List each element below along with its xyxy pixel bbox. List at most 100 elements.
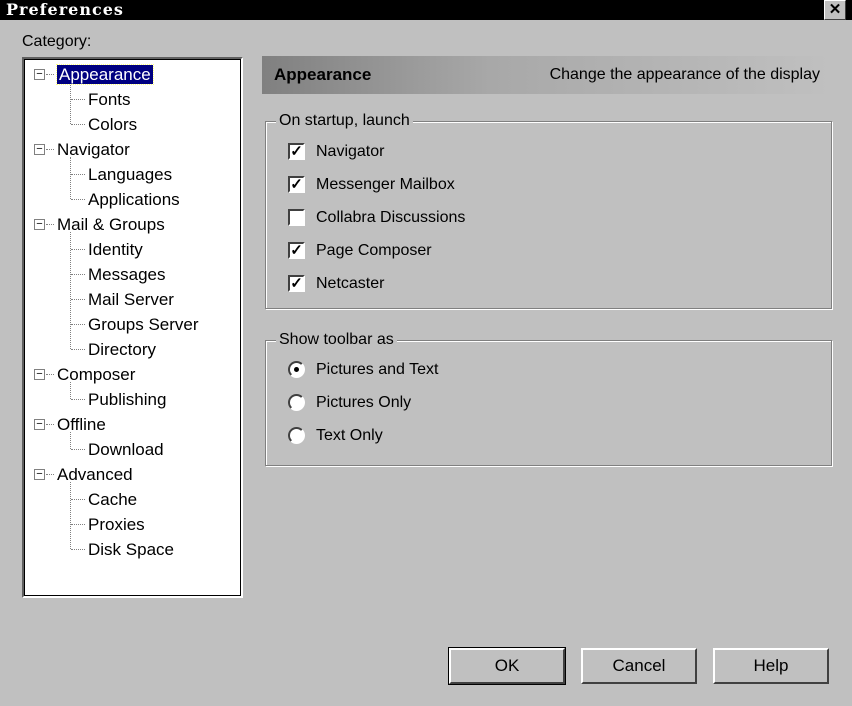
tree-item-label: Download (88, 440, 164, 459)
tree-item-label: Fonts (88, 90, 131, 109)
checkbox-checked-icon[interactable]: ✓ (288, 242, 305, 259)
tree-connector (71, 449, 85, 450)
checkbox-checked-icon[interactable]: ✓ (288, 275, 305, 292)
option-label: Page Composer (316, 242, 432, 259)
tree-item-label: Mail Server (88, 290, 174, 309)
tree-connector (71, 399, 85, 400)
panel-header: Appearance Change the appearance of the … (262, 56, 832, 94)
tree-item-label: Disk Space (88, 540, 174, 559)
tree-item-cache[interactable]: Cache (88, 487, 137, 512)
collapse-icon[interactable]: − (34, 419, 45, 430)
tree-connector (71, 299, 85, 300)
panel-description: Change the appearance of the display (549, 66, 820, 83)
option-label: Text Only (316, 427, 383, 444)
tree-item-applications[interactable]: Applications (88, 187, 180, 212)
radio-icon[interactable] (288, 427, 305, 444)
startup-legend: On startup, launch (276, 111, 413, 131)
option-label: Pictures Only (316, 394, 412, 411)
collapse-icon[interactable]: − (34, 369, 45, 380)
tree-connector (46, 224, 54, 225)
collapse-icon[interactable]: − (34, 69, 45, 80)
title-bar: Preferences ✕ (0, 0, 852, 20)
checkbox-checked-icon[interactable]: ✓ (288, 143, 305, 160)
radio-icon[interactable] (288, 394, 305, 411)
radio-selected-icon[interactable] (288, 361, 305, 378)
tree-item-messages[interactable]: Messages (88, 262, 165, 287)
toolbar-legend: Show toolbar as (276, 330, 397, 350)
tree-connector (71, 499, 85, 500)
tree-item-groups-server[interactable]: Groups Server (88, 312, 199, 337)
close-button[interactable]: ✕ (824, 0, 846, 20)
tree-connector (71, 99, 85, 100)
tree-connector (71, 174, 85, 175)
tree-connector (71, 349, 85, 350)
tree-item-appearance[interactable]: Appearance (56, 62, 154, 87)
tree-item-label: Languages (88, 165, 173, 184)
tree-item-fonts[interactable]: Fonts (88, 87, 131, 112)
tree-connector (71, 124, 85, 125)
tree-connector (46, 474, 54, 475)
toolbar-group: Show toolbar as Pictures and Text Picture… (265, 330, 832, 466)
tree-item-label: Directory (88, 340, 157, 359)
tree-item-label: Cache (88, 490, 138, 509)
tree-item-languages[interactable]: Languages (88, 162, 172, 187)
tree-item-label: Identity (88, 240, 143, 259)
panel-title: Appearance (274, 65, 372, 84)
tree-item-label: Advanced (57, 465, 133, 484)
checkbox-checked-icon[interactable]: ✓ (288, 176, 305, 193)
tree-connector (46, 374, 54, 375)
tree-connector (71, 199, 85, 200)
tree-item-label: Colors (88, 115, 138, 134)
category-label: Category: (22, 33, 92, 50)
tree-connector (71, 274, 85, 275)
tree-item-composer[interactable]: Composer (57, 362, 135, 387)
tree-item-identity[interactable]: Identity (88, 237, 143, 262)
tree-item-label: Appearance (56, 64, 154, 85)
tree-connector (46, 424, 54, 425)
tree-connector (71, 524, 85, 525)
ok-button[interactable]: OK (448, 647, 566, 685)
tree-item-proxies[interactable]: Proxies (88, 512, 145, 537)
collapse-icon[interactable]: − (34, 219, 45, 230)
tree-item-label: Publishing (88, 390, 167, 409)
option-label: Messenger Mailbox (316, 176, 455, 193)
collapse-icon[interactable]: − (34, 469, 45, 480)
cancel-button[interactable]: Cancel (581, 648, 697, 684)
tree-item-disk-space[interactable]: Disk Space (88, 537, 174, 562)
tree-item-offline[interactable]: Offline (57, 412, 106, 437)
option-label: Navigator (316, 143, 385, 160)
tree-item-mail-server[interactable]: Mail Server (88, 287, 174, 312)
category-tree[interactable]: − Appearance Fonts Colors − Navigator Language… (22, 57, 243, 598)
tree-item-navigator[interactable]: Navigator (57, 137, 130, 162)
help-button[interactable]: Help (713, 648, 829, 684)
tree-item-label: Navigator (57, 140, 130, 159)
tree-item-label: Mail & Groups (57, 215, 165, 234)
tree-item-colors[interactable]: Colors (88, 112, 137, 137)
tree-item-label: Composer (57, 365, 136, 384)
tree-item-label: Messages (88, 265, 166, 284)
tree-item-label: Proxies (88, 515, 145, 534)
tree-connector (71, 249, 85, 250)
tree-item-download[interactable]: Download (88, 437, 164, 462)
collapse-icon[interactable]: − (34, 144, 45, 155)
tree-connector (46, 149, 54, 150)
tree-connector (70, 157, 71, 199)
option-label: Pictures and Text (316, 361, 439, 378)
tree-item-directory[interactable]: Directory (88, 337, 156, 362)
option-label: Collabra Discussions (316, 209, 466, 226)
tree-connector (70, 82, 71, 124)
tree-connector (71, 549, 85, 550)
tree-connector (71, 324, 85, 325)
startup-group: On startup, launch ✓ Navigator ✓ Messenger … (265, 111, 832, 309)
checkbox-icon[interactable] (288, 209, 305, 226)
tree-item-label: Groups Server (88, 315, 199, 334)
window-title: Preferences (6, 0, 124, 19)
tree-item-advanced[interactable]: Advanced (57, 462, 133, 487)
tree-item-label: Offline (57, 415, 106, 434)
tree-item-mail-groups[interactable]: Mail & Groups (57, 212, 165, 237)
tree-item-label: Applications (88, 190, 180, 209)
tree-connector (46, 74, 54, 75)
tree-connector (70, 482, 71, 549)
tree-item-publishing[interactable]: Publishing (88, 387, 166, 412)
option-label: Netcaster (316, 275, 385, 292)
